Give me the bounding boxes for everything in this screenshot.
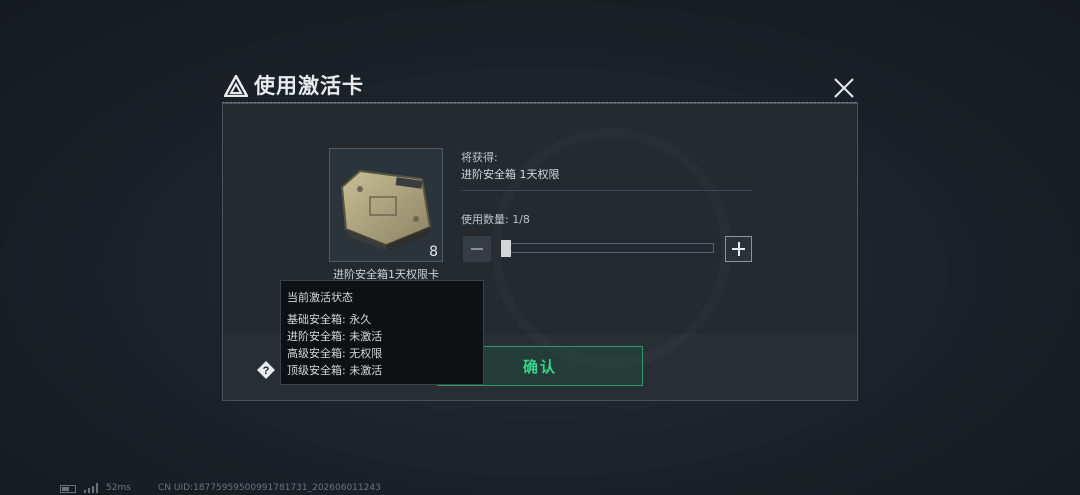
quantity-slider[interactable]	[503, 243, 714, 253]
activation-status-tooltip: 当前激活状态 基础安全箱: 永久 进阶安全箱: 未激活 高级安全箱: 无权限 顶…	[280, 280, 484, 385]
quantity-slider-thumb[interactable]	[501, 240, 511, 257]
close-icon	[834, 78, 854, 98]
item-slot[interactable]: 8	[329, 148, 443, 262]
divider	[461, 190, 752, 191]
safe-box-item-icon	[340, 169, 432, 251]
signal-icon	[84, 483, 98, 493]
ping-readout: 52ms	[106, 483, 131, 493]
tooltip-row: 基础安全箱: 永久	[287, 313, 372, 326]
svg-text:?: ?	[263, 365, 270, 377]
tooltip-row: 进阶安全箱: 未激活	[287, 330, 383, 343]
tooltip-row: 高级安全箱: 无权限	[287, 347, 383, 360]
uid-readout: CN UID:18775959500991781731_202606011243	[158, 483, 381, 493]
will-obtain-label: 将获得:	[461, 151, 498, 164]
dialog-title-bar: 使用激活卡	[222, 72, 858, 106]
quantity-label: 使用数量: 1/8	[461, 213, 530, 226]
increase-quantity-button[interactable]	[725, 236, 752, 262]
tooltip-title: 当前激活状态	[287, 291, 353, 304]
item-count: 8	[429, 244, 438, 260]
help-icon[interactable]: ?	[256, 360, 276, 380]
title-logo-icon	[224, 75, 248, 97]
decrease-quantity-button[interactable]	[463, 236, 491, 262]
battery-icon	[60, 485, 76, 493]
close-button[interactable]	[829, 74, 859, 102]
will-obtain-value: 进阶安全箱 1天权限	[461, 168, 560, 181]
dialog-title: 使用激活卡	[254, 74, 364, 98]
tooltip-row: 顶级安全箱: 未激活	[287, 364, 383, 377]
